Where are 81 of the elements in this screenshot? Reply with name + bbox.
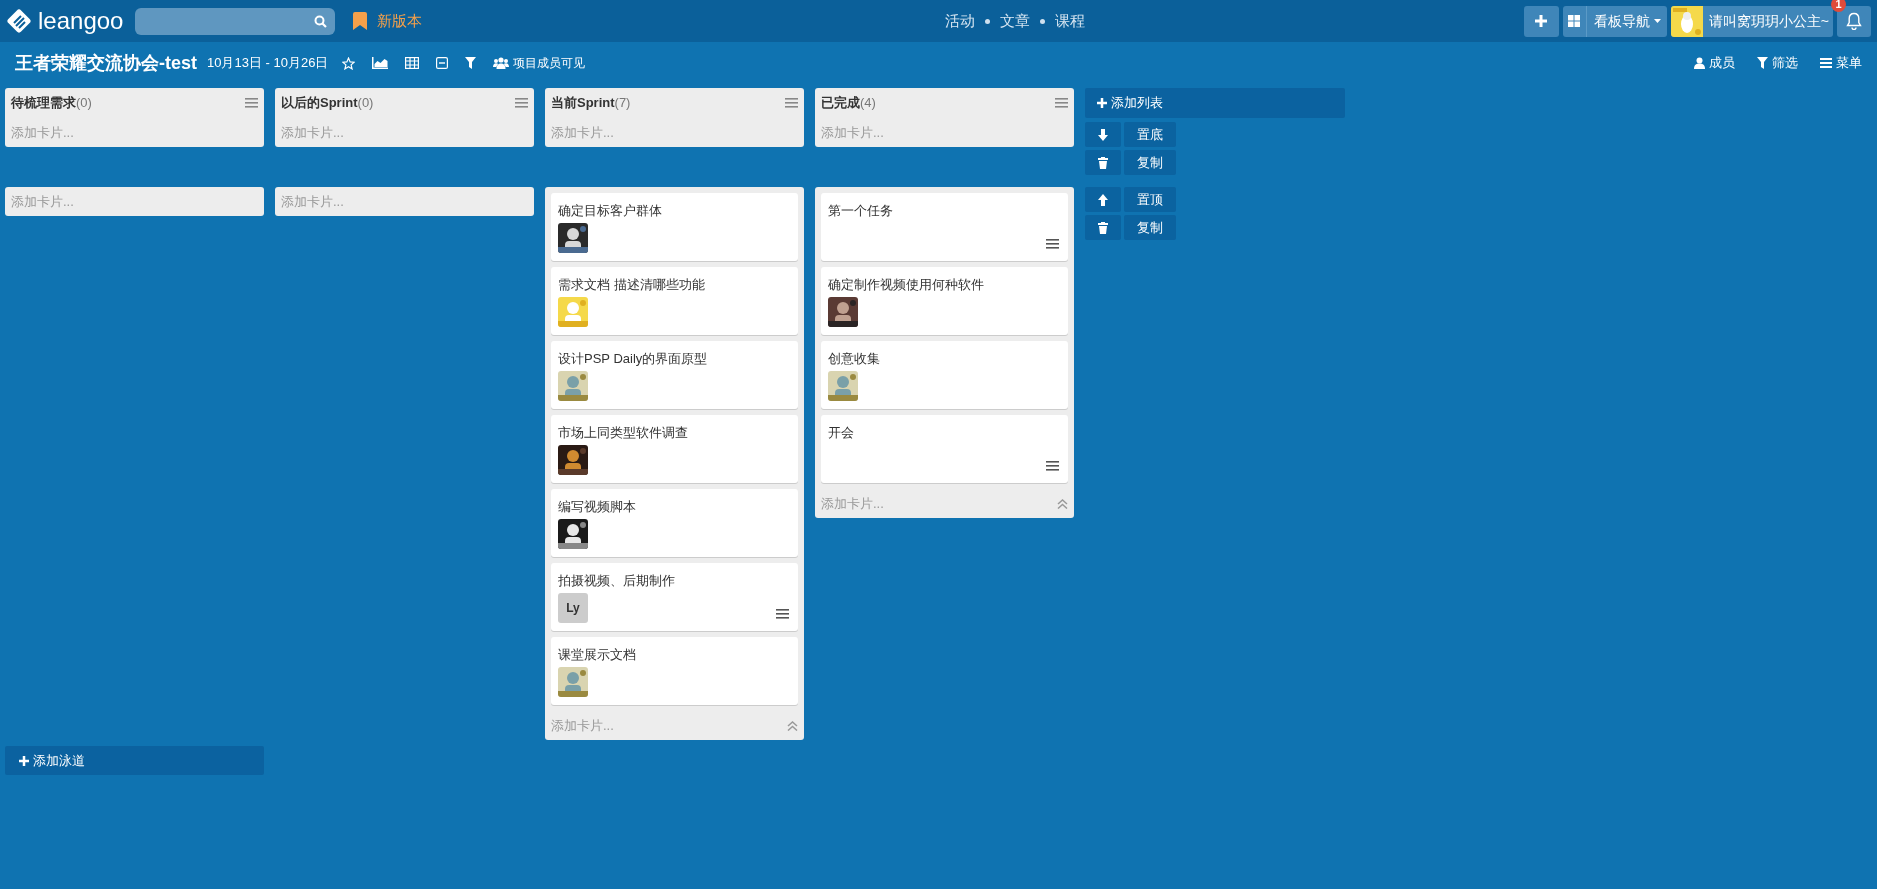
add-list-button[interactable]: 添加列表 xyxy=(1085,88,1345,118)
card-title: 确定制作视频使用何种软件 xyxy=(828,276,985,294)
users-icon xyxy=(493,57,510,69)
task-card[interactable]: 拍摄视频、后期制作 Ly xyxy=(551,563,798,631)
plus-icon xyxy=(1097,98,1107,108)
task-card[interactable]: 编写视频脚本 xyxy=(551,489,798,557)
nav-link[interactable]: 课程 xyxy=(1054,9,1085,33)
icon-button[interactable] xyxy=(1085,150,1121,175)
lane-action-button[interactable]: 复制 xyxy=(1124,215,1176,240)
list-menu-icon xyxy=(1055,98,1068,108)
lane-action-button[interactable]: 复制 xyxy=(1124,150,1176,175)
user-menu-button[interactable]: 请叫窝玥玥小公主~ xyxy=(1670,5,1833,37)
list-title: 以后的Sprint(0) xyxy=(281,94,374,113)
caret-icon xyxy=(1653,19,1661,23)
board-action-button[interactable]: 筛选 xyxy=(1757,53,1798,73)
add-lane-button[interactable]: 添加泳道 xyxy=(5,746,264,775)
description-icon xyxy=(1046,239,1059,249)
board-nav-button[interactable]: 看板导航 xyxy=(1562,5,1667,37)
star-icon[interactable] xyxy=(342,56,356,70)
plus-icon xyxy=(1535,15,1548,27)
chart-icon[interactable] xyxy=(372,57,389,69)
user-icon xyxy=(1694,57,1705,69)
board-title: 王者荣耀交流协会-test xyxy=(15,51,197,75)
icon-button[interactable] xyxy=(1085,122,1121,147)
table-icon[interactable] xyxy=(405,57,420,69)
add-button[interactable] xyxy=(1523,5,1559,37)
list-menu-icon xyxy=(515,98,528,108)
card-title: 确定目标客户群体 xyxy=(558,202,663,220)
task-card[interactable]: 课堂展示文档 xyxy=(551,637,798,705)
search-icon xyxy=(314,14,328,28)
trash-icon xyxy=(1098,221,1108,234)
notification-badge: 1 xyxy=(1831,0,1846,12)
task-card[interactable]: 需求文档 描述清哪些功能 xyxy=(551,267,798,335)
card-title: 课堂展示文档 xyxy=(558,646,637,664)
trash-icon xyxy=(1098,156,1108,169)
card-title: 开会 xyxy=(828,424,855,442)
bookmark-icon xyxy=(353,12,368,30)
lane-action-button[interactable]: 置顶 xyxy=(1124,187,1176,212)
card-title: 第一个任务 xyxy=(828,202,894,220)
card-title: 需求文档 描述清哪些功能 xyxy=(558,276,706,294)
card-title: 市场上同类型软件调查 xyxy=(558,424,689,442)
icon-button[interactable] xyxy=(1085,187,1121,212)
description-icon xyxy=(1046,461,1059,471)
nav-link[interactable]: 文章 xyxy=(999,9,1030,33)
plus-icon xyxy=(19,755,29,766)
logo-text: leangoo xyxy=(38,9,124,33)
filter-icon xyxy=(1757,57,1768,69)
task-card[interactable]: 创意收集 xyxy=(821,341,1068,409)
bell-icon xyxy=(1846,12,1862,30)
lane-action-button[interactable]: 置底 xyxy=(1124,122,1176,147)
card-title: 编写视频脚本 xyxy=(558,498,637,516)
list-menu-icon xyxy=(785,98,798,108)
task-card[interactable]: 开会 xyxy=(821,415,1068,483)
search-field[interactable] xyxy=(135,7,336,35)
card-title: 创意收集 xyxy=(828,350,881,368)
menu-icon xyxy=(1820,58,1832,68)
board-action-button[interactable]: 成员 xyxy=(1694,53,1735,73)
icon-button[interactable] xyxy=(1085,215,1121,240)
nav-link[interactable]: 活动 xyxy=(944,9,975,33)
task-card[interactable]: 第一个任务 xyxy=(821,193,1068,261)
arrow-down-icon xyxy=(1097,128,1109,141)
new-version-link[interactable]: 新版本 xyxy=(377,9,423,33)
board-action-button[interactable]: 菜单 xyxy=(1820,53,1862,73)
description-icon xyxy=(776,609,789,619)
card-title: 设计PSP Daily的界面原型 xyxy=(558,350,709,368)
visibility-button[interactable]: 项目成员可见 xyxy=(493,54,586,72)
list-title: 待梳理需求(0) xyxy=(11,94,92,113)
card-title: 拍摄视频、后期制作 xyxy=(558,572,676,590)
avatar-initials: Ly xyxy=(558,593,588,623)
arrow-up-icon xyxy=(1097,193,1109,206)
list-title: 当前Sprint(7) xyxy=(551,94,631,113)
grid-icon xyxy=(1568,15,1581,27)
collapse-icon[interactable] xyxy=(436,57,449,69)
list-title: 已完成(4) xyxy=(821,94,876,113)
filter-icon[interactable] xyxy=(465,57,477,69)
task-card[interactable]: 确定制作视频使用何种软件 xyxy=(821,267,1068,335)
list-menu-icon xyxy=(245,98,258,108)
task-card[interactable]: 市场上同类型软件调查 xyxy=(551,415,798,483)
task-card[interactable]: 设计PSP Daily的界面原型 xyxy=(551,341,798,409)
task-card[interactable]: 确定目标客户群体 xyxy=(551,193,798,261)
sprint-dates: 10月13日 - 10月26日 xyxy=(207,54,329,73)
